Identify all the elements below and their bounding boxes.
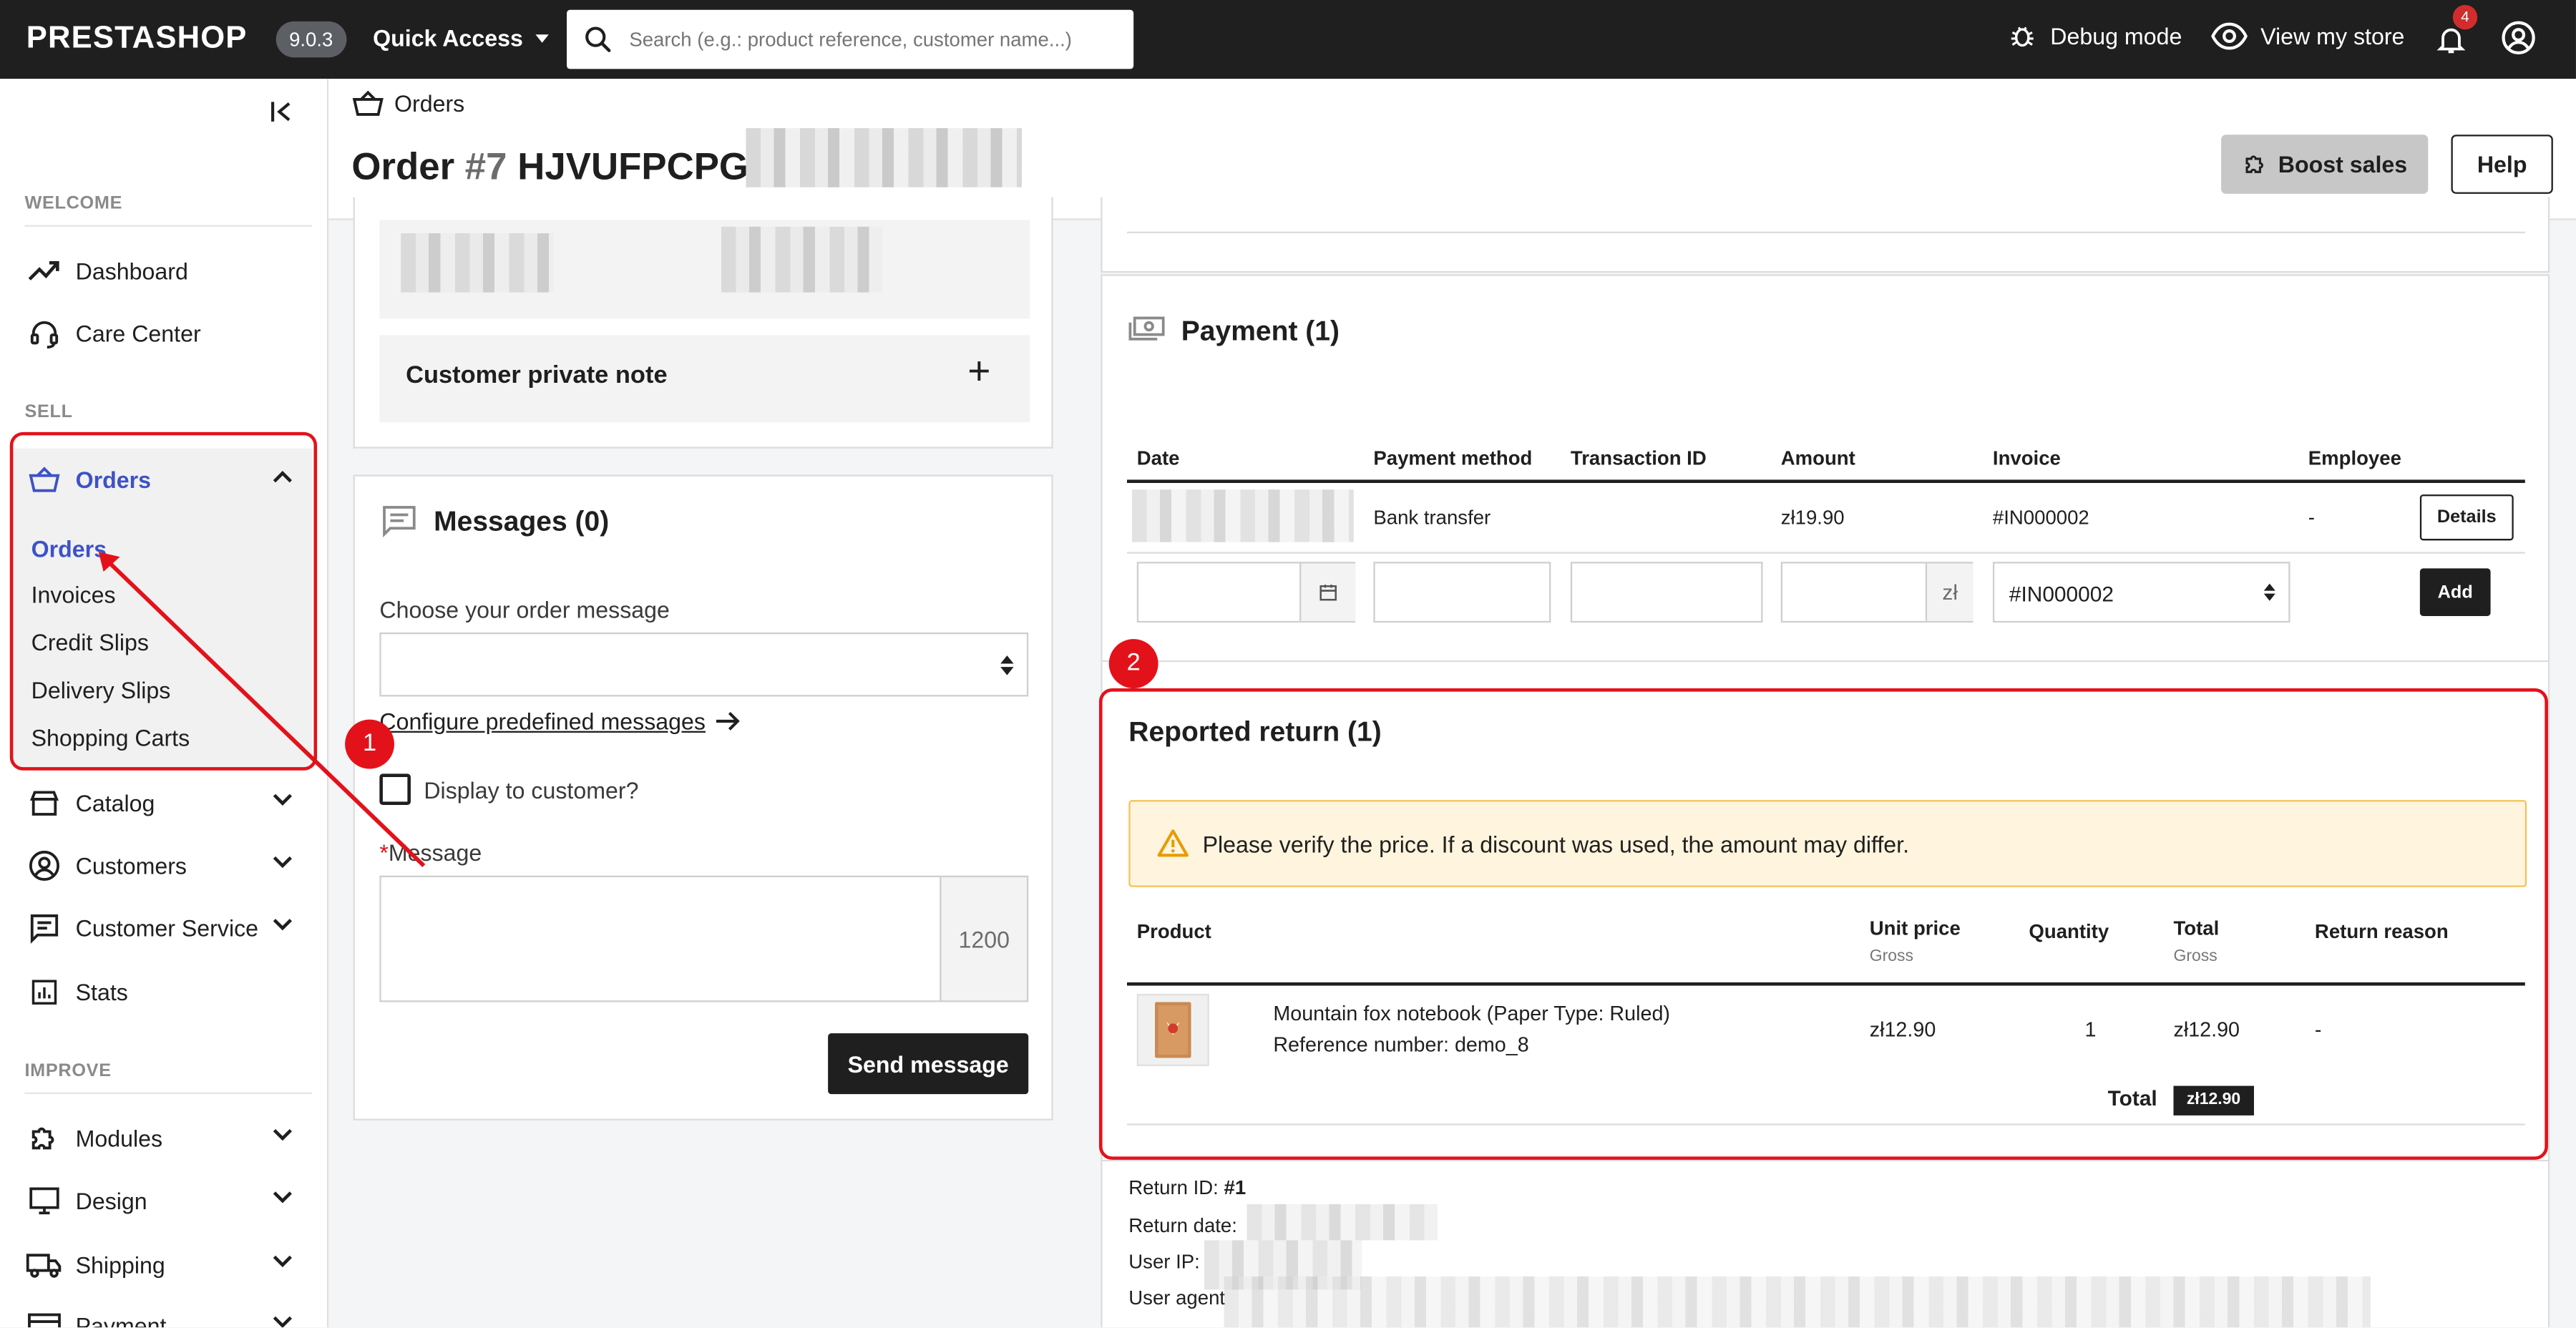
annotation-arrow xyxy=(98,552,426,868)
app-root: PRESTASHOP 9.0.3 Quick Access Debug mode… xyxy=(0,0,2576,1328)
